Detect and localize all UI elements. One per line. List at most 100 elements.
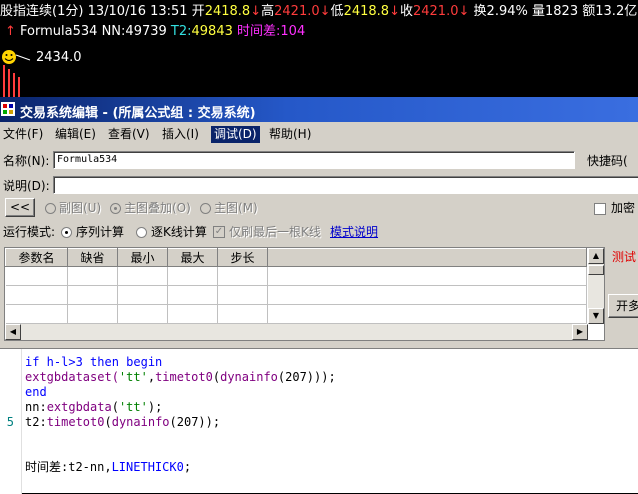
refresh-last-label: 仅刷最后一根K线 xyxy=(229,225,321,239)
scroll-thumb[interactable] xyxy=(588,265,604,275)
diff-value: 104 xyxy=(280,24,306,39)
open-long-button[interactable]: 开多 xyxy=(608,294,638,318)
main-overlay-radio[interactable] xyxy=(110,203,121,214)
formula-editor-window: 交易系统编辑 - (所属公式组 : 交易系统) 文件(F) 编辑(E) 查看(V… xyxy=(0,97,638,494)
line-gutter: 5 xyxy=(0,349,22,494)
low-label: 低 xyxy=(330,4,344,19)
volume-label: 量 xyxy=(532,4,546,19)
down-arrow-icon: ↓ xyxy=(389,4,400,19)
up-arrow-icon: ↓ xyxy=(250,4,262,19)
encrypt-checkbox[interactable] xyxy=(594,203,606,215)
code-line[interactable]: end xyxy=(25,385,47,400)
line-number: 5 xyxy=(6,415,14,429)
code-line[interactable]: nn:extgbdata('tt'); xyxy=(25,400,162,415)
down-arrow-icon: ↓ xyxy=(458,4,470,19)
candle xyxy=(18,77,20,97)
code-line[interactable]: if h-l>3 then begin xyxy=(25,355,162,370)
high-label: 高 xyxy=(261,4,275,19)
main-chart-radio[interactable] xyxy=(200,203,211,214)
menu-edit[interactable]: 编辑(E) xyxy=(52,126,99,143)
test-label: 测试 xyxy=(612,250,637,264)
encrypt-label: 加密 xyxy=(611,201,636,215)
amount-value: 13.2亿 xyxy=(595,4,638,19)
volume-value: 1823 xyxy=(545,4,579,19)
candle xyxy=(3,65,5,97)
scroll-up-icon[interactable]: ▲ xyxy=(588,248,604,264)
main-overlay-label: 主图叠加(O) xyxy=(124,201,191,215)
change-value: 2.94% xyxy=(486,4,528,19)
candle xyxy=(8,69,10,97)
window-title: 交易系统编辑 - (所属公式组 : 交易系统) xyxy=(20,106,256,121)
arrow-up-icon: ↑ xyxy=(5,24,16,39)
menu-view[interactable]: 查看(V) xyxy=(105,126,153,143)
table-row[interactable] xyxy=(5,304,587,324)
smiley-icon xyxy=(2,50,16,64)
per-kline-calc-label: 逐K线计算 xyxy=(151,225,207,239)
col-header-min[interactable]: 最小 xyxy=(117,248,168,267)
nn-value: 49739 xyxy=(125,24,167,39)
low-value: 2418.8 xyxy=(343,4,390,19)
title-bar[interactable]: 交易系统编辑 - (所属公式组 : 交易系统) xyxy=(0,97,638,122)
collapse-button[interactable]: << xyxy=(5,198,35,217)
code-editor[interactable]: 5 if h-l>3 then begin extgbdataset('tt',… xyxy=(0,348,638,494)
shortcut-label: 快捷码( xyxy=(587,154,628,168)
params-table: 参数名 缺省 最小 最大 步长 ▲ ▼ ◀ ▶ xyxy=(4,247,605,341)
run-mode-label: 运行模式: xyxy=(3,225,56,239)
open-value: 2418.8 xyxy=(204,4,251,19)
t2-value: 49843 xyxy=(191,24,233,39)
change-label: 换 xyxy=(473,4,487,19)
refresh-last-checkbox[interactable]: ✓ xyxy=(213,226,225,238)
col-header-filler xyxy=(267,248,587,267)
per-kline-calc-radio[interactable] xyxy=(136,227,147,238)
subchart-radio[interactable] xyxy=(45,203,56,214)
name-label: 名称(N): xyxy=(3,154,50,168)
description-label: 说明(D): xyxy=(3,179,50,193)
high-value: 2421.0 xyxy=(274,4,320,19)
diff-label: 时间差: xyxy=(237,24,281,39)
menu-help[interactable]: 帮助(H) xyxy=(266,126,314,143)
formula-name: Formula534 xyxy=(20,24,98,39)
code-line[interactable]: t2:timetot0(dynainfo(207)); xyxy=(25,415,220,430)
close-value: 2421.0 xyxy=(412,4,459,19)
chart-area[interactable]: 股指连续(1分) 13/10/16 13:51 开2418.8↓高2421.0↓… xyxy=(0,0,638,97)
price-pointer-line xyxy=(15,54,31,61)
app-icon xyxy=(1,102,15,116)
menu-bar: 文件(F) 编辑(E) 查看(V) 插入(I) 调试(D) 帮助(H) xyxy=(0,124,638,144)
col-header-max[interactable]: 最大 xyxy=(167,248,218,267)
code-line[interactable]: 时间差:t2-nn,LINETHICK0; xyxy=(25,460,191,475)
col-header-name[interactable]: 参数名 xyxy=(5,248,68,267)
name-field[interactable]: Formula534 xyxy=(53,151,575,169)
menu-insert[interactable]: 插入(I) xyxy=(159,126,202,143)
close-label: 收 xyxy=(399,4,413,19)
down-arrow-icon: ↓ xyxy=(319,4,331,19)
sequence-calc-label: 序列计算 xyxy=(76,225,125,239)
t2-label: T2: xyxy=(170,24,192,39)
mode-help-link[interactable]: 模式说明 xyxy=(330,225,378,239)
open-label: 开 xyxy=(191,4,205,19)
sequence-calc-radio[interactable] xyxy=(61,227,72,238)
col-header-step[interactable]: 步长 xyxy=(217,248,268,267)
menu-file[interactable]: 文件(F) xyxy=(0,126,46,143)
nn-label: NN: xyxy=(101,24,126,39)
scroll-right-icon[interactable]: ▶ xyxy=(572,324,588,340)
instrument-name: 股指连续 xyxy=(0,4,53,19)
col-header-default[interactable]: 缺省 xyxy=(67,248,118,267)
subchart-label: 副图(U) xyxy=(59,201,102,215)
price-marker: 2434.0 xyxy=(36,50,82,65)
scroll-down-icon[interactable]: ▼ xyxy=(588,308,604,324)
vertical-scrollbar[interactable]: ▲ ▼ xyxy=(588,248,604,324)
scroll-left-icon[interactable]: ◀ xyxy=(5,324,21,340)
amount-label: 额 xyxy=(582,4,596,19)
code-line[interactable]: extgbdataset('tt',timetot0(dynainfo(207)… xyxy=(25,370,336,385)
description-field[interactable] xyxy=(53,176,638,194)
indicator-line: ↑ Formula534 NN:49739 T2:49843 时间差:104 xyxy=(5,24,305,39)
chart-header: 股指连续(1分) 13/10/16 13:51 开2418.8↓高2421.0↓… xyxy=(0,4,637,19)
candle xyxy=(13,73,15,97)
table-header-row: 参数名 缺省 最小 最大 步长 xyxy=(5,248,587,267)
main-chart-label: 主图(M) xyxy=(214,201,258,215)
table-row[interactable] xyxy=(5,285,587,305)
horizontal-scrollbar[interactable]: ◀ ▶ xyxy=(5,324,588,340)
datetime: 13/10/16 13:51 xyxy=(87,4,188,19)
menu-debug[interactable]: 调试(D) xyxy=(211,126,260,143)
table-row[interactable] xyxy=(5,266,587,286)
